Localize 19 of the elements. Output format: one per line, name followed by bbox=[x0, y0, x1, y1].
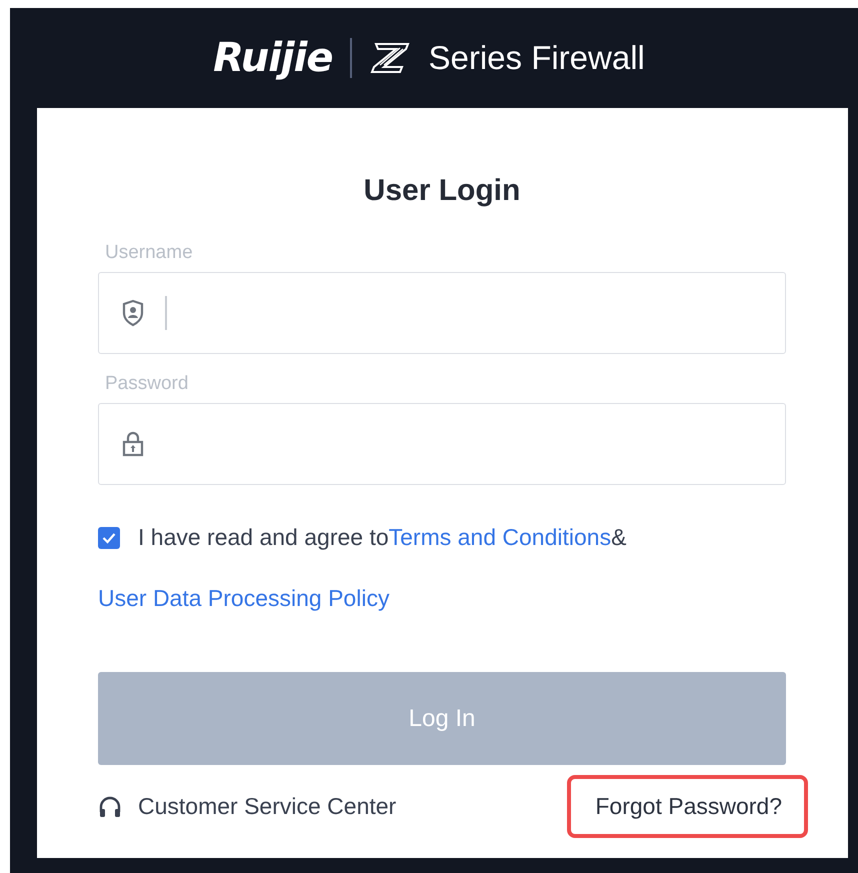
product-title: Series Firewall bbox=[428, 39, 645, 77]
agree-checkbox[interactable] bbox=[98, 526, 120, 548]
login-title: User Login bbox=[364, 174, 520, 208]
field-label: Password bbox=[105, 373, 188, 395]
ampersand-text: & bbox=[611, 524, 626, 551]
policy-link[interactable]: User Data Processing Policy bbox=[98, 585, 390, 611]
username-field[interactable] bbox=[98, 272, 786, 354]
password-field[interactable] bbox=[98, 403, 786, 485]
forgot-password-link[interactable]: Forgot Password? bbox=[567, 775, 808, 838]
agreement-text: I have read and agree to bbox=[138, 524, 389, 551]
shield-user-icon bbox=[121, 299, 145, 327]
field-label: Username bbox=[105, 242, 193, 264]
customer-service-link[interactable]: Customer Service Center bbox=[138, 793, 396, 820]
z-logo-icon bbox=[370, 42, 410, 74]
headset-icon bbox=[98, 794, 122, 818]
checkmark-icon bbox=[102, 532, 116, 544]
terms-link[interactable]: Terms and Conditions bbox=[388, 524, 612, 551]
lock-icon bbox=[121, 430, 145, 458]
brand-logo: Ruijie bbox=[213, 35, 332, 81]
